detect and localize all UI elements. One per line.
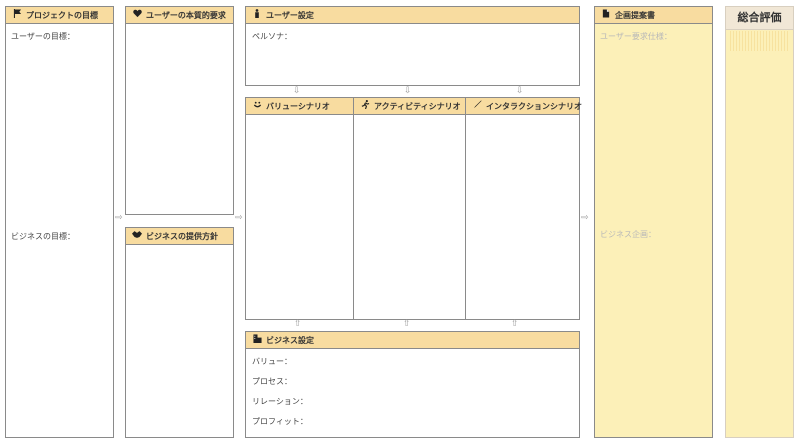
business-settings-header: ビジネス設定 [246,332,579,349]
business-plan-label: ビジネス企画： [600,230,656,239]
activity-scenario-title: アクティビティシナリオ [374,102,461,111]
user-requirements-label: ユーザー要求仕様： [600,32,672,41]
handshake-icon [131,228,143,245]
profit-label: プロフィット： [252,417,308,426]
user-goal-label: ユーザーの目標： [11,32,75,41]
business-settings-title: ビジネス設定 [266,336,314,345]
persona-label: ペルソナ： [252,32,292,41]
business-policy-header: ビジネスの提供方針 [126,228,233,245]
value-scenario-panel: バリューシナリオ [245,97,354,320]
evaluation-title: 総合評価 [726,7,793,30]
project-goal-title: プロジェクトの目標 [26,11,98,20]
pen-icon [471,98,483,115]
smile-icon [251,98,263,115]
arrow-up-icon: ⇧ [511,319,519,329]
user-settings-panel: ユーザー設定 ペルソナ： [245,6,580,86]
essential-needs-title: ユーザーの本質的要求 [146,11,226,20]
building-icon [251,332,263,349]
user-settings-header: ユーザー設定 [246,7,579,24]
essential-needs-header: ユーザーの本質的要求 [126,7,233,24]
evaluation-stripe [730,31,789,51]
project-goal-header: プロジェクトの目標 [6,7,113,24]
heart-icon [131,7,143,24]
activity-scenario-panel: アクティビティシナリオ [353,97,466,320]
essential-needs-panel: ユーザーの本質的要求 [125,6,234,215]
flag-icon [11,7,23,24]
evaluation-panel: 総合評価 [725,6,794,438]
relation-label: リレーション： [252,397,308,406]
interaction-scenario-title: インタラクションシナリオ [486,102,582,111]
arrow-down-icon: ⇩ [404,86,412,96]
running-icon [359,98,371,115]
business-policy-title: ビジネスの提供方針 [146,232,218,241]
proposal-title: 企画提案書 [615,11,655,20]
business-goal-label: ビジネスの目標： [11,232,75,241]
activity-scenario-header: アクティビティシナリオ [354,98,465,115]
arrow-right-icon: ⇨ [115,213,123,223]
value-scenario-header: バリューシナリオ [246,98,353,115]
value-label: バリュー： [252,357,292,366]
arrow-right-icon: ⇨ [581,213,589,223]
business-settings-panel: ビジネス設定 バリュー： プロセス： リレーション： プロフィット： [245,331,580,438]
person-icon [251,7,263,24]
document-icon [600,7,612,24]
project-goal-panel: プロジェクトの目標 ユーザーの目標： ビジネスの目標： [5,6,114,438]
user-settings-title: ユーザー設定 [266,11,314,20]
arrow-down-icon: ⇩ [293,86,301,96]
interaction-scenario-header: インタラクションシナリオ [466,98,582,115]
proposal-panel: 企画提案書 ユーザー要求仕様： ビジネス企画： [594,6,713,438]
proposal-header: 企画提案書 [595,7,712,24]
arrow-right-icon: ⇨ [235,213,243,223]
interaction-scenario-panel: インタラクションシナリオ [465,97,582,320]
value-scenario-title: バリューシナリオ [266,102,330,111]
arrow-up-icon: ⇧ [294,319,302,329]
process-label: プロセス： [252,377,292,386]
arrow-up-icon: ⇧ [403,319,411,329]
arrow-down-icon: ⇩ [516,86,524,96]
business-policy-panel: ビジネスの提供方針 [125,227,234,438]
